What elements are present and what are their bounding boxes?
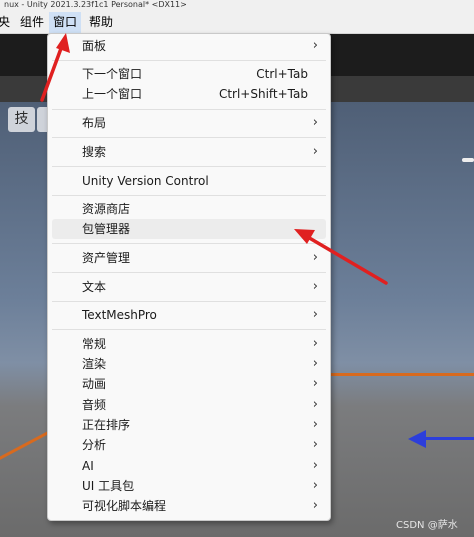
watermark: CSDN @萨水 xyxy=(396,520,458,531)
annotation-arrow-window-menu xyxy=(40,33,70,102)
annotation-arrows xyxy=(40,33,388,285)
annotation-arrow-package-manager xyxy=(294,229,388,285)
